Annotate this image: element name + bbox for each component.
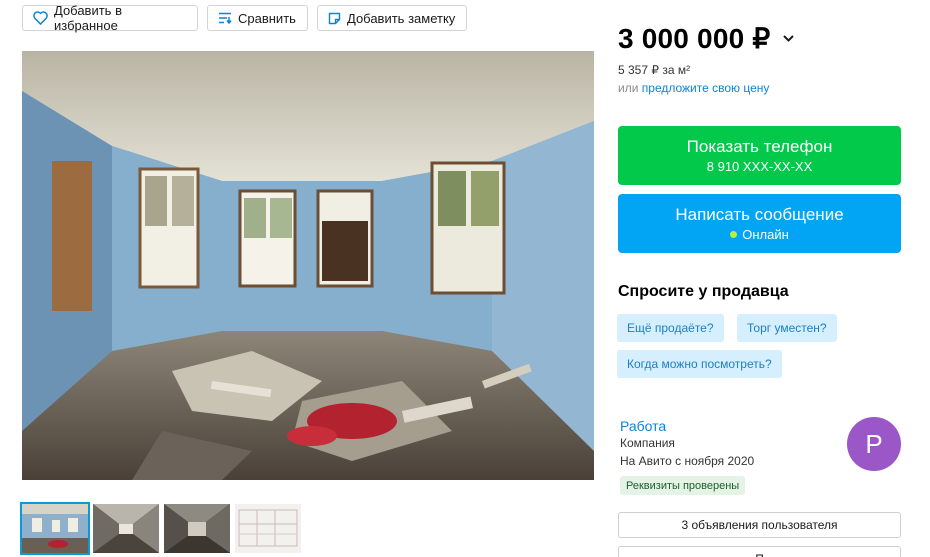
write-message-label: Написать сообщение bbox=[675, 205, 844, 224]
thumbnail-2[interactable] bbox=[93, 504, 159, 553]
note-label: Добавить заметку bbox=[347, 10, 456, 26]
compare-label: Сравнить bbox=[238, 10, 296, 26]
verified-badge: Реквизиты проверены bbox=[620, 476, 746, 495]
compare-icon bbox=[218, 12, 232, 24]
ask-seller-title: Спросите у продавца bbox=[618, 283, 789, 300]
price-value: 3 000 000 ₽ bbox=[618, 23, 771, 54]
online-status-label: Онлайн bbox=[742, 227, 789, 242]
add-to-favorites-button[interactable]: Добавить в избранное bbox=[22, 3, 198, 33]
heart-icon bbox=[33, 11, 48, 25]
show-phone-label: Показать телефон bbox=[686, 137, 833, 156]
price-row: 3 000 000 ₽ bbox=[618, 22, 795, 55]
compare-button[interactable]: Сравнить bbox=[207, 5, 308, 31]
thumbnail-4[interactable] bbox=[235, 504, 301, 553]
second-listing-label: П bbox=[755, 552, 764, 557]
online-dot-icon bbox=[730, 231, 738, 238]
seller-type: Компания bbox=[620, 436, 675, 450]
write-message-button[interactable]: Написать сообщение Онлайн bbox=[618, 194, 901, 253]
second-listing-button[interactable]: П bbox=[618, 546, 901, 557]
seller-name-link[interactable]: Работа bbox=[620, 418, 666, 434]
seller-since: На Авито с ноября 2020 bbox=[620, 454, 755, 468]
show-phone-button[interactable]: Показать телефон 8 910 XXX-XX-XX bbox=[618, 126, 901, 185]
question-chip-when-view[interactable]: Когда можно посмотреть? bbox=[617, 350, 782, 378]
note-icon bbox=[328, 12, 341, 25]
online-status: Онлайн bbox=[730, 227, 789, 242]
offer-or-text: или bbox=[618, 81, 639, 95]
thumbnail-1[interactable] bbox=[20, 502, 90, 555]
question-chip-still-selling[interactable]: Ещё продаёте? bbox=[617, 314, 724, 342]
user-listings-button[interactable]: 3 объявления пользователя bbox=[618, 512, 901, 538]
avatar[interactable]: P bbox=[847, 417, 901, 471]
thumbnail-3[interactable] bbox=[164, 504, 230, 553]
offer-price-link[interactable]: предложите свою цену bbox=[642, 81, 770, 95]
price-per-unit: 5 357 ₽ за м² bbox=[618, 63, 691, 77]
question-chip-bargain[interactable]: Торг уместен? bbox=[737, 314, 837, 342]
add-note-button[interactable]: Добавить заметку bbox=[317, 5, 467, 31]
offer-line: или предложите свою цену bbox=[618, 81, 769, 95]
favorites-label: Добавить в избранное bbox=[54, 3, 122, 33]
chevron-down-icon[interactable] bbox=[782, 30, 795, 48]
main-listing-photo[interactable] bbox=[22, 51, 594, 480]
phone-masked: 8 910 XXX-XX-XX bbox=[706, 159, 813, 174]
